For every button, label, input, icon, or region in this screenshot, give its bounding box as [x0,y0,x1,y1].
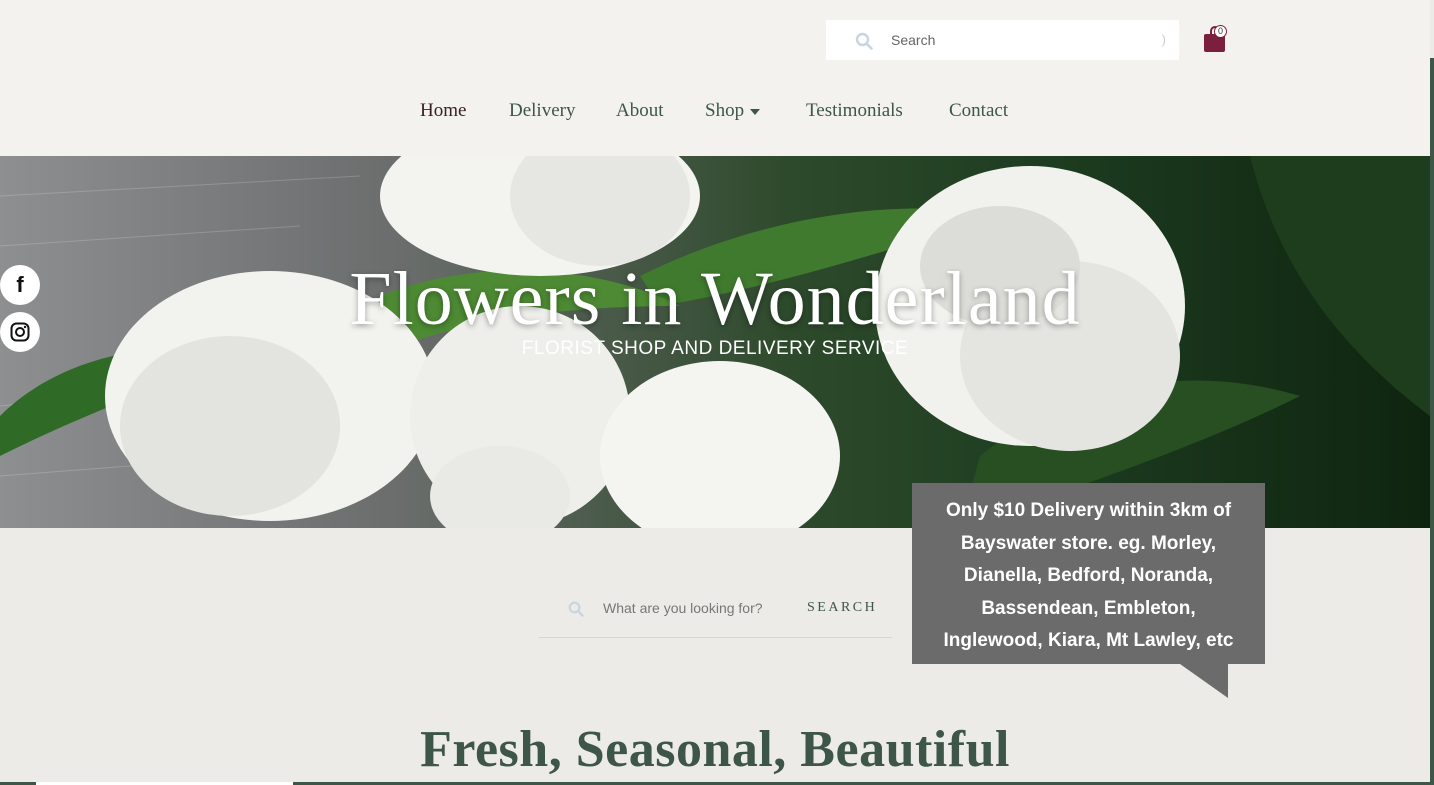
cart-count-badge: 0 [1214,25,1227,38]
site-header [0,0,1430,156]
product-search: What are you looking for? SEARCH [539,588,892,638]
delivery-callout-text: Only $10 Delivery within 3km of Bayswate… [912,495,1265,658]
callout-line: Inglewood, Kiara, Mt Lawley, etc [943,630,1234,651]
hero-banner: Flowers in Wonderland FLORIST SHOP AND D… [0,156,1430,528]
header-search-box[interactable]: Search ) [826,20,1179,60]
delivery-callout: Only $10 Delivery within 3km of Bayswate… [912,483,1265,664]
nav-item-shop-label: Shop [705,100,745,121]
header-search-input[interactable]: Search [891,32,935,48]
nav-item-contact[interactable]: Contact [949,100,1008,122]
nav-item-testimonials[interactable]: Testimonials [806,100,903,122]
callout-line: Only $10 Delivery within 3km of [945,500,1232,521]
nav-item-home[interactable]: Home [420,100,466,122]
callout-line: Bassendean, Embleton, [981,597,1196,619]
search-icon [568,601,584,617]
right-border [1430,58,1434,785]
chevron-down-icon [750,108,761,115]
instagram-glyph [10,322,30,342]
product-search-button[interactable]: SEARCH [807,600,877,616]
hero-title: Flowers in Wonderland [349,257,1081,341]
main-nav: Home Delivery About Shop Testimonials Co… [0,100,1430,128]
callout-line: Dianella, Bedford, Noranda, [963,565,1214,586]
callout-tail [1180,664,1228,698]
callout-line: Bayswater store. eg. Morley, [960,532,1217,554]
facebook-icon[interactable]: f [0,265,40,305]
search-clear-icon[interactable]: ) [1162,32,1166,47]
search-icon [855,32,873,50]
nav-item-delivery[interactable]: Delivery [509,100,575,122]
instagram-icon[interactable] [0,312,40,352]
section-title: Fresh, Seasonal, Beautiful [420,721,1010,778]
nav-item-shop[interactable]: Shop [705,100,761,122]
nav-item-about[interactable]: About [616,100,664,122]
hero-subtitle: FLORIST SHOP AND DELIVERY SERVICE [521,338,909,359]
product-search-input[interactable]: What are you looking for? [603,600,763,616]
